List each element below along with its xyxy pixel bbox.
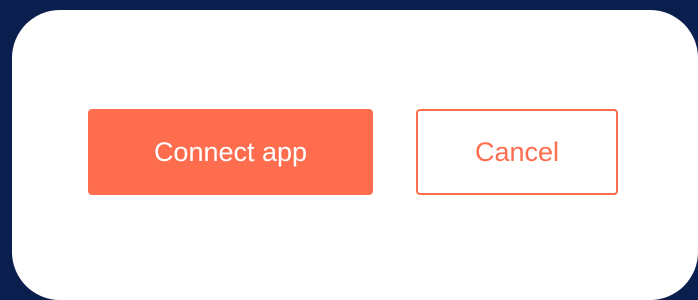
connect-app-dialog: Connect app Cancel: [12, 10, 698, 300]
page-background: Connect app Cancel: [0, 0, 698, 300]
cancel-button[interactable]: Cancel: [416, 109, 618, 195]
connect-app-button[interactable]: Connect app: [88, 109, 373, 195]
